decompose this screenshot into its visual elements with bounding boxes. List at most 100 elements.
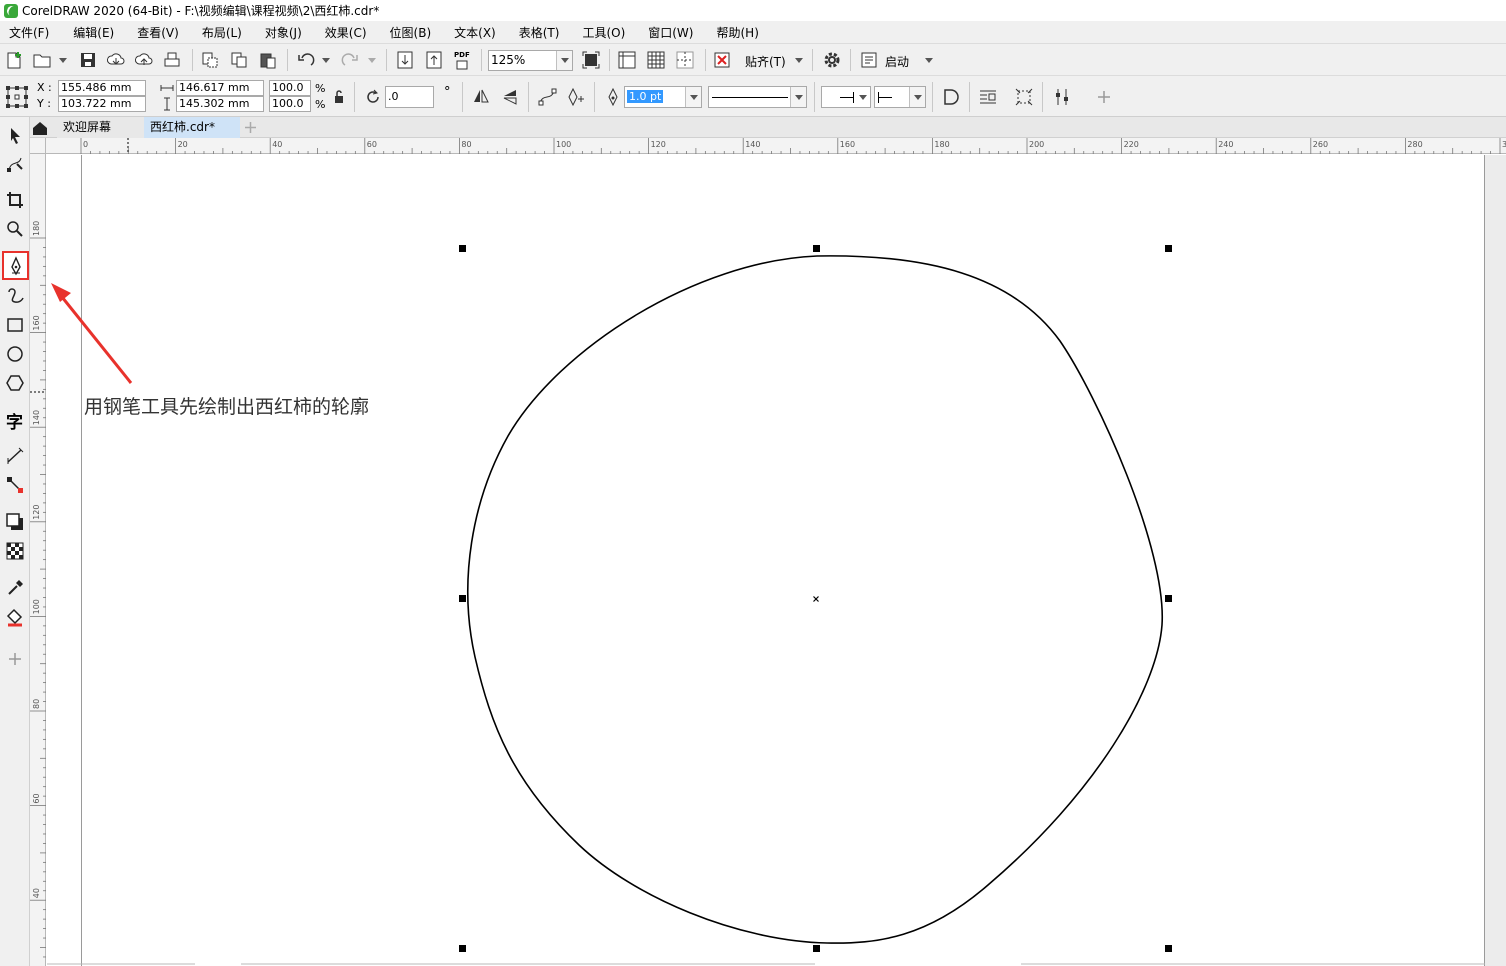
pick-tool[interactable] (3, 122, 27, 148)
add-tool-button[interactable] (3, 646, 27, 672)
application-launcher-icon[interactable] (859, 50, 879, 70)
selection-handle-top-left[interactable] (459, 245, 466, 252)
scale-x-field[interactable]: 100.0 (269, 80, 311, 96)
menu-help[interactable]: 帮助(H) (716, 22, 758, 43)
pen-tool[interactable] (2, 251, 29, 280)
launch-dropdown-icon[interactable] (925, 58, 933, 63)
menu-layout[interactable]: 布局(L) (202, 22, 242, 43)
bounding-box-icon[interactable] (1014, 87, 1034, 107)
interactive-fill-tool[interactable] (3, 604, 27, 630)
mirror-horizontal-icon[interactable] (471, 87, 491, 107)
open-dropdown-icon[interactable] (59, 58, 67, 63)
drawing-canvas[interactable] (47, 155, 1506, 966)
transparency-tool[interactable] (3, 538, 27, 564)
crop-tool[interactable] (3, 187, 27, 213)
rotation-angle-field[interactable]: .0 (385, 86, 434, 108)
snap-dropdown-icon[interactable] (795, 58, 803, 63)
tab-document[interactable]: 西红柿.cdr* (144, 117, 240, 138)
selection-handle-right[interactable] (1165, 595, 1172, 602)
menu-bitmaps[interactable]: 位图(B) (390, 22, 432, 43)
line-style-select[interactable] (708, 86, 807, 108)
edit-path-nodes-icon[interactable] (537, 87, 557, 107)
save-icon[interactable] (78, 50, 98, 70)
publish-pdf-button[interactable]: PDF (454, 51, 474, 71)
new-document-icon[interactable] (4, 50, 24, 70)
selection-handle-bottom-left[interactable] (459, 945, 466, 952)
height-field[interactable]: 145.302 mm (176, 96, 264, 112)
redo-dropdown-icon[interactable] (368, 58, 376, 63)
ellipse-tool[interactable] (3, 341, 27, 367)
show-grid-icon[interactable] (646, 50, 666, 70)
mirror-vertical-icon[interactable] (500, 87, 520, 107)
y-position-field[interactable]: 103.722 mm (58, 96, 146, 112)
parallel-dimension-tool[interactable] (3, 443, 27, 469)
export-icon[interactable] (424, 50, 444, 70)
cut-icon[interactable] (200, 50, 220, 70)
end-arrowhead-select[interactable] (874, 86, 926, 108)
snap-off-icon[interactable] (712, 50, 732, 70)
artistic-media-tool[interactable] (3, 283, 27, 309)
add-toolbar-item-icon[interactable] (1094, 87, 1114, 107)
menu-text[interactable]: 文本(X) (454, 22, 496, 43)
tab-welcome-screen[interactable]: 欢迎屏幕 (57, 117, 151, 138)
new-tab-plus-icon[interactable] (243, 120, 258, 135)
redo-icon[interactable] (340, 50, 360, 70)
import-icon[interactable] (395, 50, 415, 70)
lock-ratio-icon[interactable] (333, 90, 345, 104)
zoom-dropdown-button[interactable] (556, 51, 572, 70)
menu-effects[interactable]: 效果(C) (325, 22, 367, 43)
menu-tools[interactable]: 工具(O) (582, 22, 625, 43)
selection-handle-bottom-right[interactable] (1165, 945, 1172, 952)
zoom-to-page-icon[interactable] (581, 50, 601, 70)
text-tool[interactable]: 字 (3, 406, 27, 433)
copy-icon[interactable] (229, 50, 249, 70)
menu-file[interactable]: 文件(F) (9, 22, 49, 43)
undo-icon[interactable] (296, 50, 316, 70)
object-origin-icon[interactable] (4, 84, 30, 110)
drop-shadow-tool[interactable] (3, 509, 27, 535)
line-style-dropdown[interactable] (790, 87, 806, 107)
scale-y-field[interactable]: 100.0 (269, 96, 311, 112)
outline-width-dropdown[interactable] (685, 87, 701, 107)
menu-table[interactable]: 表格(T) (519, 22, 560, 43)
color-eyedropper-tool[interactable] (3, 575, 27, 601)
zoom-tool[interactable] (3, 216, 27, 242)
print-icon[interactable] (162, 50, 182, 70)
connector-tool[interactable] (3, 472, 27, 498)
menu-window[interactable]: 窗口(W) (648, 22, 693, 43)
shape-tool[interactable] (3, 151, 27, 177)
home-icon[interactable] (31, 120, 49, 136)
snap-to-label[interactable]: 贴齐(T) (745, 53, 786, 70)
outline-width-select[interactable]: 1.0 pt (624, 86, 702, 108)
menu-object[interactable]: 对象(J) (265, 22, 302, 43)
vertical-ruler[interactable]: 180 160 140 120 100 80 60 40 (30, 154, 46, 966)
cloud-upload-icon[interactable] (134, 50, 154, 70)
x-position-field[interactable]: 155.486 mm (58, 80, 146, 96)
selection-handle-left[interactable] (459, 595, 466, 602)
pen-options-icon[interactable] (566, 87, 586, 107)
selection-handle-top-right[interactable] (1165, 245, 1172, 252)
rectangle-tool[interactable] (3, 312, 27, 338)
wrap-text-icon[interactable] (978, 87, 998, 107)
show-guidelines-icon[interactable] (675, 50, 695, 70)
zoom-level-select[interactable]: 125% (488, 50, 573, 71)
width-field[interactable]: 146.617 mm (176, 80, 264, 96)
undo-dropdown-icon[interactable] (322, 58, 330, 63)
start-arrowhead-select[interactable] (821, 86, 871, 108)
polygon-tool[interactable] (3, 370, 27, 396)
align-distribute-icon[interactable] (1052, 87, 1072, 107)
show-rulers-icon[interactable] (617, 50, 637, 70)
options-gear-icon[interactable] (822, 50, 842, 70)
selection-handle-top[interactable] (813, 245, 820, 252)
selection-handle-bottom[interactable] (813, 945, 820, 952)
launch-label[interactable]: 启动 (885, 53, 909, 70)
menu-view[interactable]: 查看(V) (137, 22, 179, 43)
menu-edit[interactable]: 编辑(E) (73, 22, 114, 43)
open-folder-icon[interactable] (32, 50, 52, 70)
ruler-origin-corner[interactable] (30, 138, 46, 154)
cloud-download-icon[interactable] (106, 50, 126, 70)
close-curve-icon[interactable] (941, 87, 961, 107)
paste-icon[interactable] (258, 50, 278, 70)
horizontal-ruler[interactable]: 0 20 40 60 80 100 120 140 160 180 200 220 240 260 280 3… (46, 138, 1506, 154)
end-arrowhead-dropdown[interactable] (909, 87, 925, 107)
